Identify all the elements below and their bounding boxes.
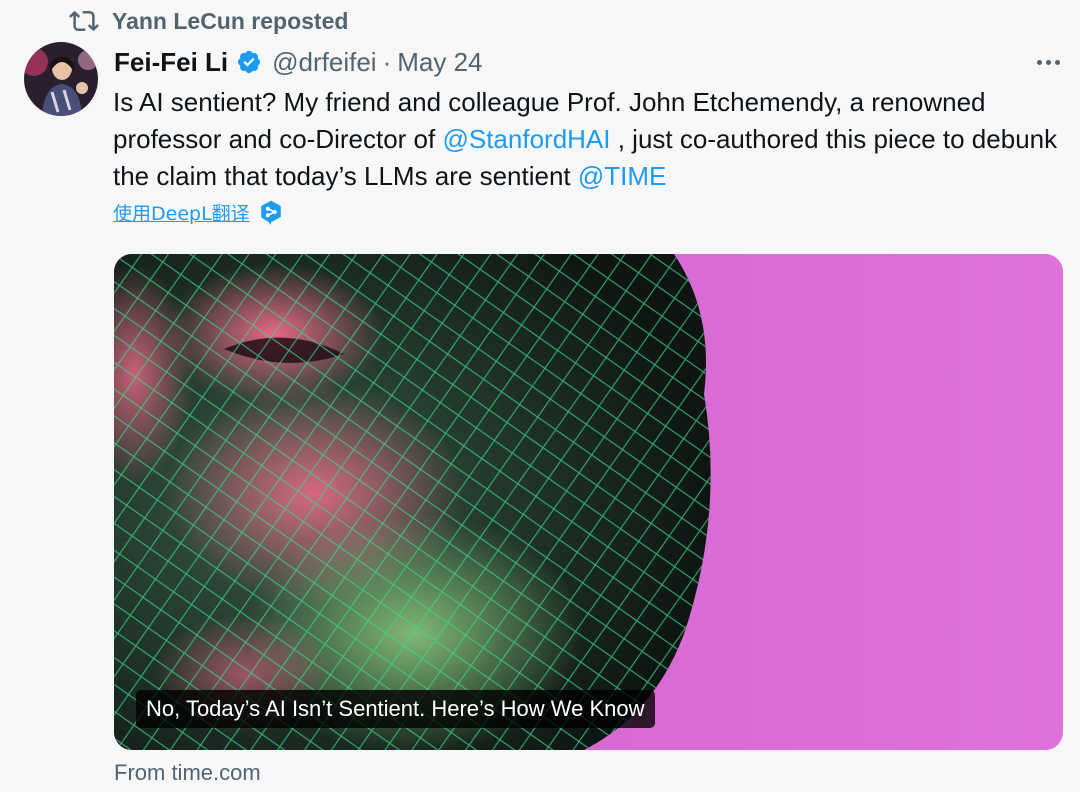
translate-row: 使用DeepL翻译: [113, 198, 284, 226]
link-preview-card[interactable]: No, Today’s AI Isn’t Sentient. Here’s Ho…: [114, 254, 1063, 750]
repost-indicator[interactable]: Yann LeCun reposted: [68, 4, 348, 38]
repost-icon: [68, 5, 100, 37]
deepl-icon[interactable]: [258, 199, 284, 225]
mention-stanfordhai-link[interactable]: @StanfordHAI: [442, 124, 610, 154]
tweet-text: Is AI sentient? My friend and colleague …: [113, 84, 1073, 195]
card-image: [114, 254, 1063, 750]
avatar[interactable]: [24, 42, 98, 116]
verified-badge-icon[interactable]: [236, 49, 262, 75]
more-dot: [1036, 59, 1042, 65]
author-handle[interactable]: @drfeifei: [272, 47, 376, 78]
tweet-header: Fei-Fei Li @drfeifei · May 24: [114, 42, 483, 82]
header-separator: ·: [382, 46, 392, 77]
mention-time-link[interactable]: @TIME: [578, 161, 667, 191]
more-dot: [1045, 59, 1051, 65]
tweet-date[interactable]: May 24: [397, 47, 482, 78]
card-headline: No, Today’s AI Isn’t Sentient. Here’s Ho…: [136, 690, 655, 728]
more-options-icon[interactable]: [1028, 48, 1068, 76]
tweet[interactable]: Yann LeCun reposted Fei-Fei Li @drfeifei…: [0, 0, 1080, 792]
repost-label: Yann LeCun reposted: [112, 7, 349, 34]
author-display-name[interactable]: Fei-Fei Li: [114, 47, 228, 78]
card-source-domain[interactable]: From time.com: [114, 760, 261, 786]
translate-link[interactable]: 使用DeepL翻译: [113, 199, 250, 226]
more-dot: [1054, 59, 1060, 65]
